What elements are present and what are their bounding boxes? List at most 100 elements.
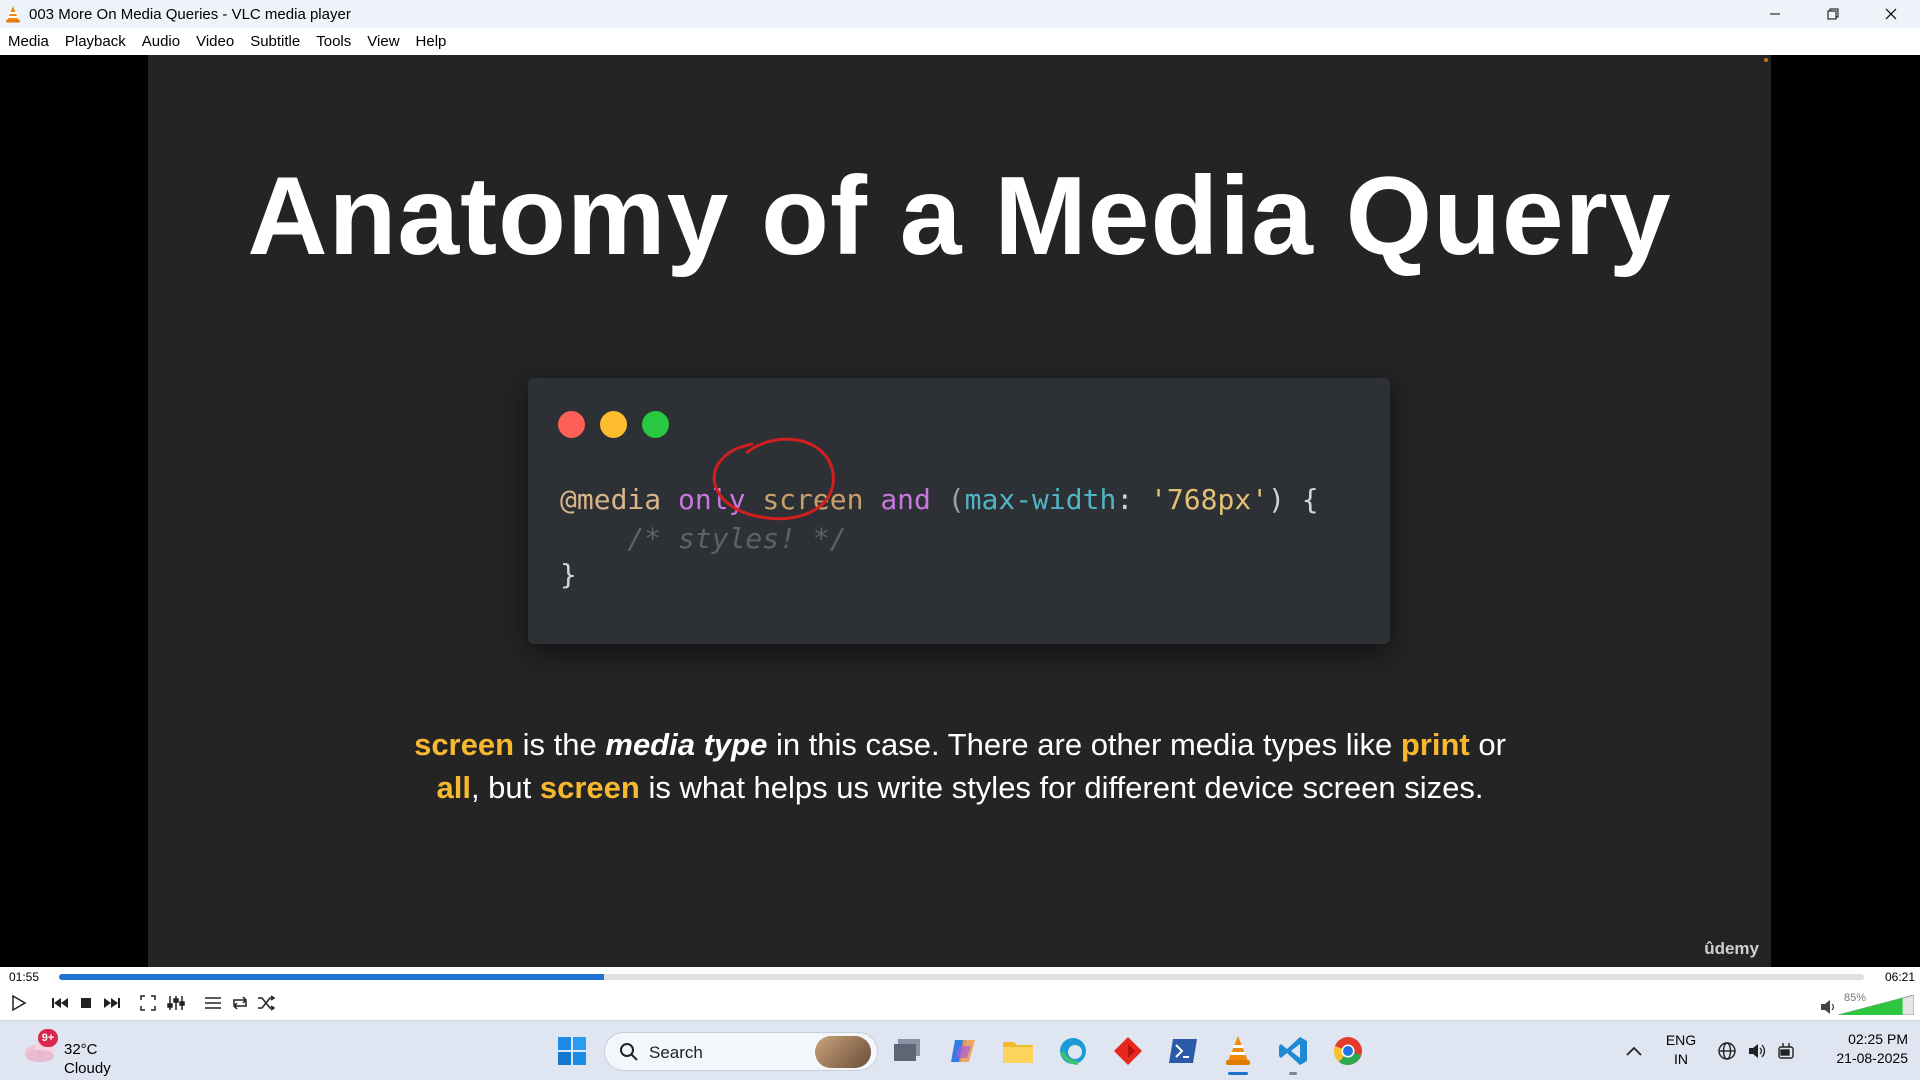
traffic-light-yellow	[600, 411, 627, 438]
playlist-button[interactable]	[201, 991, 225, 1015]
battery-tray-button[interactable]	[1769, 1033, 1805, 1069]
language-indicator[interactable]: ENG IN	[1660, 1032, 1702, 1067]
minimize-icon	[1770, 13, 1780, 15]
language-bottom: IN	[1674, 1051, 1688, 1067]
globe-network-icon	[1718, 1042, 1736, 1060]
caption-highlight: screen	[539, 770, 640, 805]
slide-title: Anatomy of a Media Query	[247, 154, 1672, 278]
previous-icon	[52, 998, 68, 1008]
clock[interactable]: 02:25 PM 21-08-2025	[1812, 1031, 1908, 1066]
menu-tools[interactable]: Tools	[316, 33, 351, 50]
folder-icon	[1003, 1042, 1033, 1063]
shuffle-button[interactable]	[254, 991, 278, 1015]
caption-text: , but	[470, 770, 540, 805]
vscode-button[interactable]	[1275, 1033, 1311, 1069]
traffic-light-green	[642, 411, 669, 438]
menu-audio[interactable]: Audio	[142, 33, 180, 50]
language-top: ENG	[1665, 1032, 1697, 1048]
menu-bar: Media Playback Audio Video Subtitle Tool…	[0, 28, 1920, 55]
file-explorer-button[interactable]	[1000, 1033, 1036, 1069]
code-line-1: @media only screen and (max-width: '768p…	[560, 483, 1319, 516]
code-card: @media only screen and (max-width: '768p…	[528, 378, 1390, 644]
search-label: Search	[649, 1043, 703, 1062]
play-button[interactable]	[6, 991, 30, 1015]
chevron-up-icon	[1626, 1046, 1642, 1056]
code-token: @media	[560, 483, 662, 516]
copilot-icon	[951, 1040, 975, 1062]
caption-highlight: screen	[414, 727, 515, 762]
current-time: 01:55	[9, 970, 40, 984]
start-button[interactable]	[554, 1033, 590, 1069]
title-bar: 003 More On Media Queries - VLC media pl…	[0, 0, 1920, 28]
edge-button[interactable]	[1055, 1033, 1091, 1069]
menu-subtitle[interactable]: Subtitle	[250, 33, 300, 50]
menu-help[interactable]: Help	[416, 33, 447, 50]
minimize-button[interactable]	[1746, 0, 1804, 28]
edge-browser-icon	[1060, 1038, 1086, 1065]
search-highlight-image	[815, 1036, 871, 1068]
stop-button[interactable]	[74, 991, 98, 1015]
code-token: screen	[762, 483, 864, 516]
code-line-3: }	[560, 558, 577, 591]
close-button[interactable]	[1862, 0, 1920, 28]
vlc-cone-icon	[6, 6, 20, 23]
red-diamond-icon	[1114, 1037, 1142, 1065]
speaker-tray-icon	[1749, 1044, 1766, 1058]
restore-icon	[1827, 8, 1839, 20]
total-time: 06:21	[1884, 970, 1915, 984]
weather-temp: 32°C	[64, 1041, 98, 1058]
volume-slider[interactable]	[1838, 995, 1914, 1015]
next-button[interactable]	[100, 991, 124, 1015]
seek-slider[interactable]	[59, 974, 1864, 980]
seek-progress	[59, 974, 605, 980]
app-red-diamond-button[interactable]	[1110, 1033, 1146, 1069]
menu-video[interactable]: Video	[196, 33, 234, 50]
weather-condition: Cloudy	[64, 1060, 111, 1077]
menu-playback[interactable]: Playback	[65, 33, 126, 50]
code-line-2: /* styles! */	[560, 522, 847, 555]
loop-button[interactable]	[228, 991, 252, 1015]
slide-frame: Anatomy of a Media Query @media only scr…	[148, 55, 1771, 967]
equalizer-icon	[167, 996, 185, 1010]
menu-view[interactable]: View	[367, 33, 399, 50]
code-token: ) {	[1268, 483, 1319, 516]
copilot-button[interactable]	[946, 1033, 982, 1069]
slide-caption: screen is the media type in this case. T…	[408, 723, 1512, 809]
vlc-taskbar-button[interactable]	[1220, 1033, 1256, 1069]
show-hidden-icons-button[interactable]	[1616, 1033, 1652, 1069]
udemy-watermark: ûdemy	[1704, 939, 1759, 958]
fullscreen-button[interactable]	[136, 991, 160, 1015]
menu-media[interactable]: Media	[8, 33, 49, 50]
close-icon	[1885, 8, 1897, 20]
speaker-icon	[1821, 1000, 1835, 1014]
restore-button[interactable]	[1804, 0, 1862, 28]
video-area[interactable]: Anatomy of a Media Query @media only scr…	[0, 55, 1920, 967]
caption-highlight: all	[436, 770, 471, 805]
caption-emphasis: media type	[605, 727, 768, 762]
windows-logo-icon	[558, 1037, 586, 1065]
vlc-running-indicator	[1228, 1072, 1248, 1075]
taskbar-search[interactable]: Search	[604, 1032, 878, 1071]
caption-text: is what helps us write styles for differ…	[639, 770, 1484, 805]
caption-highlight: print	[1400, 727, 1470, 762]
powershell-icon	[1169, 1039, 1197, 1063]
extended-settings-button[interactable]	[164, 991, 188, 1015]
weather-widget[interactable]: 9+ 32°C Cloudy	[22, 1029, 142, 1077]
orange-marker	[1764, 58, 1768, 62]
task-view-button[interactable]	[890, 1033, 926, 1069]
chrome-button[interactable]	[1330, 1033, 1366, 1069]
caption-text: is the	[514, 727, 606, 762]
volume-control[interactable]: 85%	[1816, 992, 1916, 1015]
task-view-icon	[894, 1039, 920, 1061]
play-icon	[12, 994, 27, 1012]
code-token: '768px'	[1150, 483, 1269, 516]
clock-time: 02:25 PM	[1848, 1031, 1908, 1047]
next-icon	[104, 998, 120, 1008]
code-token: only	[678, 483, 746, 516]
powershell-button[interactable]	[1165, 1033, 1201, 1069]
control-bar: 85%	[0, 986, 1920, 1020]
previous-button[interactable]	[48, 991, 72, 1015]
battery-plug-icon	[1778, 1043, 1794, 1059]
fullscreen-icon	[140, 995, 156, 1011]
